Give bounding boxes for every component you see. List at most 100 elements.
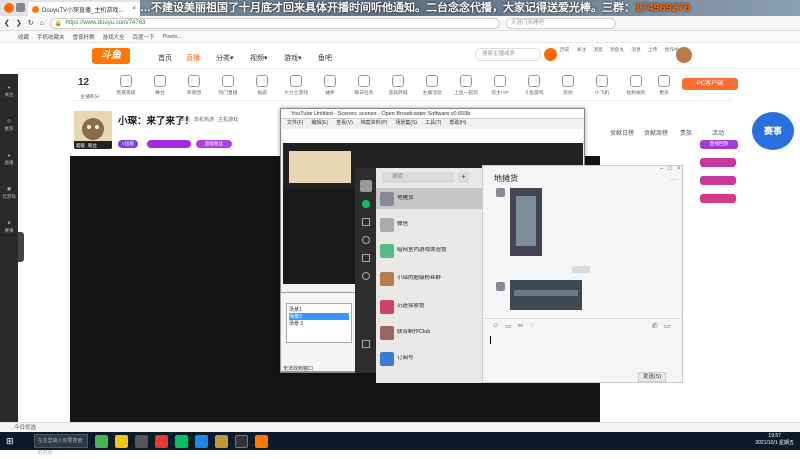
wechat-search-input[interactable]: 搜索 bbox=[382, 172, 454, 183]
video-message[interactable] bbox=[510, 280, 582, 310]
category-item[interactable]: 福袋 bbox=[244, 73, 280, 96]
chat-list-item[interactable]: 订阅号 bbox=[376, 348, 482, 369]
obs-menu-item[interactable]: 文件(F) bbox=[287, 119, 303, 128]
taskbar-obs-icon[interactable] bbox=[234, 434, 248, 448]
taskbar-app-icon[interactable] bbox=[114, 434, 128, 448]
taskbar-app-icon[interactable] bbox=[214, 434, 228, 448]
fishball-icon[interactable]: 领鱼丸 bbox=[610, 46, 624, 53]
sidebar-item-match[interactable]: ♛ 赛事 bbox=[0, 210, 18, 244]
category-item[interactable]: 上鱼一起玩 bbox=[448, 73, 484, 96]
image-message[interactable] bbox=[510, 188, 542, 256]
send-button[interactable]: 发送(S) bbox=[638, 372, 666, 382]
taskbar-search-input[interactable]: 在这里输入你要搜索的内容 bbox=[33, 434, 88, 456]
obs-menu-item[interactable]: 场景集(S) bbox=[395, 119, 417, 128]
back-icon[interactable]: ❮ bbox=[4, 19, 10, 27]
file-icon[interactable]: ▭ bbox=[505, 322, 512, 330]
obs-menu-item[interactable]: 编辑(E) bbox=[311, 119, 328, 128]
fan-badge[interactable] bbox=[147, 140, 191, 148]
category-item[interactable]: 小飞机 bbox=[584, 73, 620, 96]
scene-item[interactable]: 场景 3 bbox=[289, 320, 349, 327]
tab-close-icon[interactable]: × bbox=[132, 6, 136, 12]
wechat-avatar[interactable] bbox=[359, 180, 372, 192]
bookmark-item[interactable]: 手机收藏夹 bbox=[37, 33, 65, 41]
message-icon[interactable]: 消息 bbox=[593, 46, 603, 53]
tab-noble[interactable]: 贵族 bbox=[680, 128, 692, 137]
tab-activity[interactable]: 活动 bbox=[712, 128, 724, 137]
douyu-logo[interactable]: 斗鱼 bbox=[92, 48, 130, 64]
category-item[interactable]: 大力士游戏 bbox=[278, 73, 314, 96]
chat-list-item[interactable]: 微信 bbox=[376, 214, 482, 235]
obs-menu-item[interactable]: 工具(T) bbox=[425, 119, 441, 128]
nav-yuba[interactable]: 鱼吧 bbox=[318, 53, 332, 63]
category-item[interactable]: 热门直播 bbox=[210, 73, 246, 96]
scissors-icon[interactable]: ✂ bbox=[518, 322, 524, 330]
tab-daily-rank[interactable]: 贡献日榜 bbox=[610, 128, 634, 137]
notice-icon[interactable]: 消息 bbox=[631, 46, 641, 53]
bookmark-item[interactable]: 收藏 bbox=[18, 33, 29, 41]
category-item[interactable]: 更多 bbox=[646, 73, 682, 96]
bookmark-item[interactable]: 百度一下 bbox=[133, 33, 155, 41]
bookmark-item[interactable]: 游戏大全 bbox=[103, 33, 125, 41]
moments-icon[interactable] bbox=[361, 272, 370, 280]
nav-video[interactable]: 视频▾ bbox=[250, 53, 268, 63]
bookmark-item[interactable]: 雪夜杯赛 bbox=[73, 33, 95, 41]
site-search-input[interactable]: 搜索主播或房 bbox=[475, 48, 541, 61]
browser-logo-icon[interactable] bbox=[4, 3, 14, 13]
follow-icon[interactable]: 关注 bbox=[577, 46, 587, 53]
badge-pill[interactable] bbox=[700, 176, 736, 185]
sidebar-item-recommend[interactable]: ◎ 推荐 bbox=[0, 108, 18, 142]
badge-pill[interactable] bbox=[700, 158, 736, 167]
category-item[interactable]: 斗鱼游戏 bbox=[516, 73, 552, 96]
bookmark-item[interactable]: Pixels... bbox=[163, 34, 182, 40]
chat-list-item[interactable]: 沉迷探索馆 bbox=[376, 296, 482, 317]
chat-list-item[interactable]: 小琛的超级粉丝群 bbox=[376, 268, 482, 289]
menu-icon[interactable] bbox=[16, 3, 25, 12]
sidebar-collapse-handle[interactable] bbox=[18, 232, 24, 262]
taskbar-app-icon[interactable] bbox=[134, 434, 148, 448]
taskbar-app-icon[interactable] bbox=[94, 434, 108, 448]
category-item[interactable]: 舞台 bbox=[142, 73, 178, 96]
promo-badge-icon[interactable]: 赛事 bbox=[752, 112, 794, 150]
taskbar-clock[interactable]: 19:57 2021/10/1 星期五 bbox=[755, 433, 794, 447]
folder-icon[interactable] bbox=[361, 254, 370, 262]
browser-search-input[interactable]: 天涯门来睡吧 bbox=[505, 17, 616, 29]
vip-badge[interactable]: V国服 bbox=[118, 140, 138, 148]
refresh-icon[interactable]: ↻ bbox=[28, 19, 34, 27]
sidebar-item-game[interactable]: ▣ 云游戏 bbox=[0, 176, 18, 210]
nav-home[interactable]: 首页 bbox=[158, 53, 172, 63]
forward-icon[interactable]: ❯ bbox=[16, 19, 22, 27]
category-item[interactable]: 每日任务 bbox=[346, 73, 382, 96]
nav-live[interactable]: 直播 bbox=[186, 53, 200, 63]
add-icon[interactable]: + bbox=[458, 172, 469, 183]
phone-icon[interactable] bbox=[361, 340, 370, 348]
sidebar-item-follow[interactable]: ♥ 关注 bbox=[0, 74, 18, 108]
category-item[interactable]: 装扮 bbox=[550, 73, 586, 96]
taskbar-app-icon[interactable] bbox=[254, 434, 268, 448]
favorites-icon[interactable] bbox=[361, 236, 370, 244]
scene-list[interactable]: 场景1 场景2 场景 3 bbox=[286, 303, 352, 343]
obs-menu-item[interactable]: 档案资料(P) bbox=[361, 119, 388, 128]
emoji-icon[interactable]: ☺ bbox=[492, 322, 499, 330]
replay-tag[interactable]: 直播回放 bbox=[700, 140, 738, 149]
category-item[interactable]: 哆哆团 bbox=[176, 73, 212, 96]
tab-weekly-rank[interactable]: 贡献周榜 bbox=[644, 128, 668, 137]
chat-list-item[interactable]: 暗网室内游戏体验馆 bbox=[376, 240, 482, 261]
url-input[interactable]: 🔒 https://www.douyu.com/74763 bbox=[49, 17, 500, 29]
status-text[interactable]: 今日优选 bbox=[14, 425, 36, 431]
phone-call-icon[interactable]: ✆ bbox=[652, 322, 658, 330]
obs-menu-item[interactable]: 帮助(H) bbox=[449, 119, 466, 128]
chat-icon[interactable] bbox=[361, 200, 370, 208]
category-item[interactable]: 主播积分 bbox=[72, 93, 108, 100]
upload-icon[interactable]: 上传 bbox=[648, 46, 658, 53]
chat-input[interactable] bbox=[486, 332, 676, 368]
history-icon[interactable]: 历史 bbox=[560, 46, 570, 53]
category-item[interactable]: 装主VIP bbox=[482, 73, 518, 96]
video-call-icon[interactable]: ▭ bbox=[664, 322, 671, 330]
pc-client-button[interactable]: PC客户端 bbox=[682, 78, 738, 90]
nav-category[interactable]: 分类▾ bbox=[216, 53, 234, 63]
taskbar-wechat-icon[interactable] bbox=[174, 434, 188, 448]
badge-pill[interactable] bbox=[700, 194, 736, 203]
scene-item[interactable]: 场景2 bbox=[289, 313, 349, 320]
room-tag[interactable]: 主机游戏 bbox=[218, 116, 238, 123]
room-tag[interactable]: 单机 bbox=[180, 116, 190, 123]
